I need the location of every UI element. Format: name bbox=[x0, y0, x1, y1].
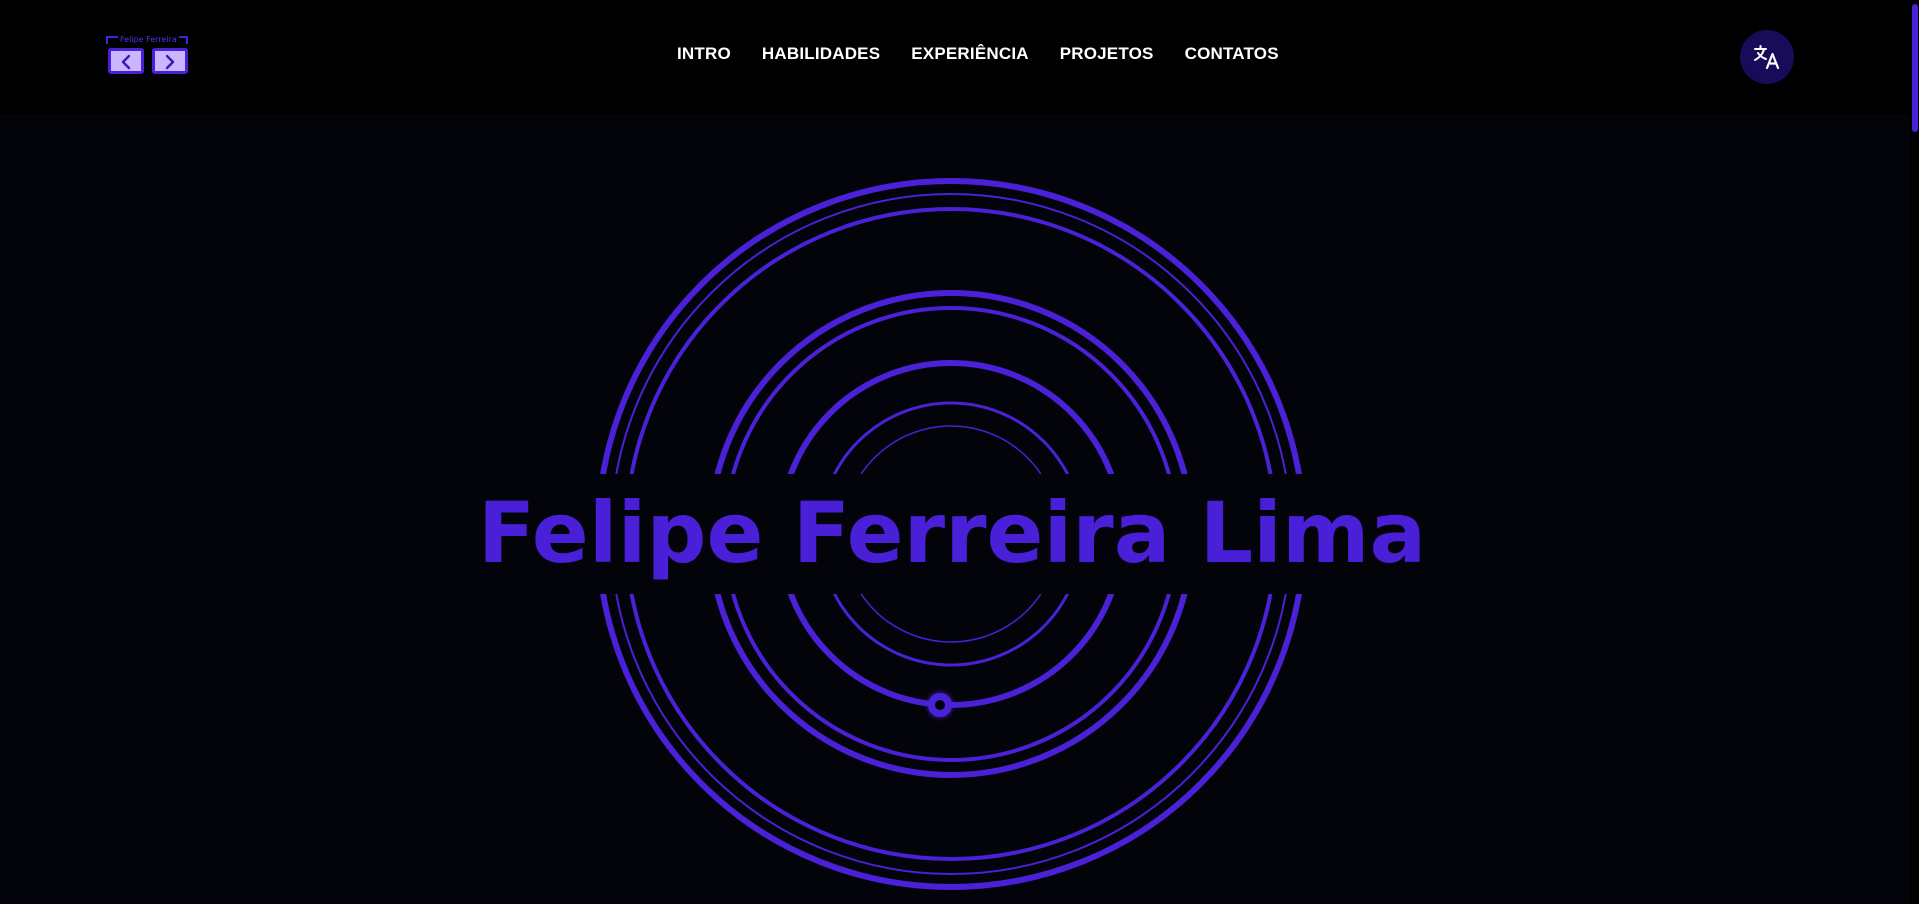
ring-marker-dot bbox=[928, 693, 952, 717]
main-nav: INTRO HABILIDADES EXPERIÊNCIA PROJETOS C… bbox=[677, 44, 1279, 64]
nav-item-contatos[interactable]: CONTATOS bbox=[1185, 44, 1279, 64]
nav-item-projetos[interactable]: PROJETOS bbox=[1060, 44, 1154, 64]
chevron-left-icon bbox=[121, 54, 131, 70]
page: Felipe Ferreira INTRO HABILIDADES EXPERI… bbox=[0, 0, 1919, 904]
site-header: Felipe Ferreira INTRO HABILIDADES EXPERI… bbox=[0, 0, 1919, 114]
hero-title: Felipe Ferreira Lima bbox=[477, 484, 1427, 582]
logo-text: Felipe Ferreira bbox=[118, 35, 179, 44]
hero-section: Felipe Ferreira Lima bbox=[0, 114, 1909, 904]
nav-item-intro[interactable]: INTRO bbox=[677, 44, 731, 64]
page-scrollbar[interactable] bbox=[1909, 0, 1919, 904]
logo-prev-button[interactable] bbox=[108, 48, 144, 74]
nav-item-habilidades[interactable]: HABILIDADES bbox=[762, 44, 880, 64]
logo-next-button[interactable] bbox=[152, 48, 188, 74]
translate-icon bbox=[1754, 45, 1780, 70]
nav-item-experiencia[interactable]: EXPERIÊNCIA bbox=[911, 44, 1028, 64]
scrollbar-thumb[interactable] bbox=[1912, 4, 1918, 132]
language-toggle-button[interactable] bbox=[1740, 30, 1794, 84]
chevron-right-icon bbox=[165, 54, 175, 70]
logo[interactable]: Felipe Ferreira bbox=[106, 35, 190, 78]
